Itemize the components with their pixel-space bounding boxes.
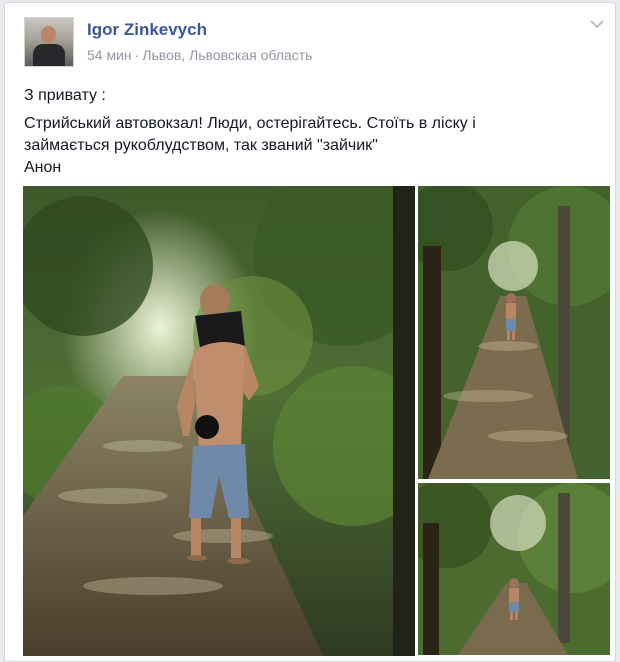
feed-post: Igor Zinkevych 54 мин · Львов, Львовская о… bbox=[4, 2, 616, 662]
avatar[interactable] bbox=[24, 17, 74, 67]
post-text: З привату : Стрийський автовокзал! Люди,… bbox=[24, 85, 604, 179]
post-photo-secondary[interactable] bbox=[418, 186, 610, 479]
post-text-line: Анон bbox=[24, 159, 62, 176]
meta-separator: · bbox=[134, 47, 140, 63]
avatar-body bbox=[33, 44, 65, 66]
avatar-head bbox=[41, 26, 56, 43]
post-meta: 54 мин · Львов, Львовская область bbox=[87, 47, 312, 63]
post-time[interactable]: 54 мин bbox=[87, 47, 132, 63]
author-name[interactable]: Igor Zinkevych bbox=[87, 20, 207, 40]
post-photo-main[interactable] bbox=[23, 186, 415, 656]
post-text-line: Стрийський автовокзал! Люди, остерігайте… bbox=[24, 115, 476, 132]
post-text-line: З привату : bbox=[24, 87, 106, 104]
chevron-down-icon[interactable] bbox=[587, 17, 607, 31]
post-photo-tertiary[interactable] bbox=[418, 483, 610, 655]
post-text-line: займається рукоблудством, так званий "за… bbox=[24, 137, 378, 154]
post-location[interactable]: Львов, Львовская область bbox=[142, 47, 312, 63]
